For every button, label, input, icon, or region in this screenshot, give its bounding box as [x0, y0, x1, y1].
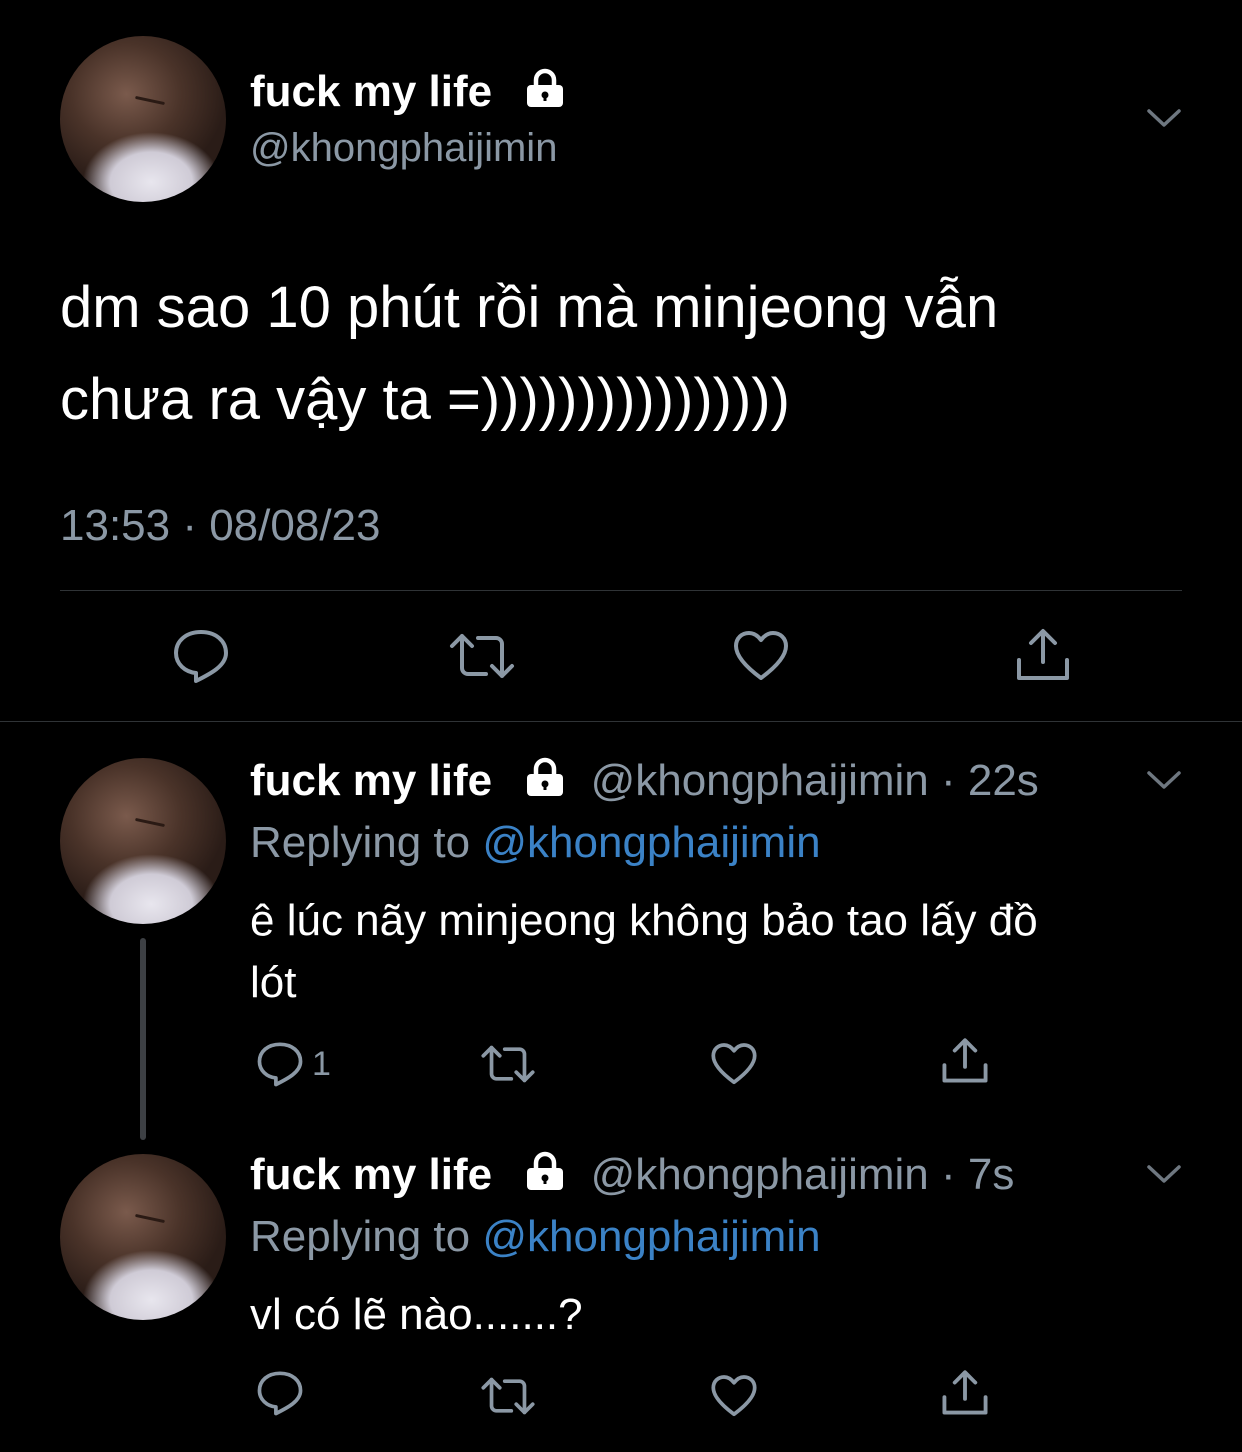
reply-header: fuck my life @khongphaijimin · 7s	[250, 1148, 1014, 1204]
replying-to: Replying to @khongphaijimin	[250, 1210, 821, 1264]
display-name[interactable]: fuck my life	[250, 66, 566, 120]
like-icon[interactable]	[710, 1042, 758, 1086]
retweet-icon[interactable]	[480, 1376, 536, 1416]
lock-icon	[524, 68, 566, 120]
replying-to-label: Replying to	[250, 1212, 471, 1261]
tweet-text-line: dm sao 10 phút rồi mà minjeong vẫn	[60, 275, 999, 340]
tweet-text-line: lót	[250, 958, 297, 1007]
lock-icon	[524, 1150, 566, 1204]
lock-icon	[524, 756, 566, 810]
retweet-icon[interactable]	[448, 632, 516, 680]
thread-line	[140, 938, 146, 1140]
chevron-down-icon[interactable]	[1146, 1162, 1182, 1186]
reply-icon[interactable]	[172, 628, 230, 684]
tweet-text-line: vl có lẽ nào.......?	[250, 1290, 583, 1339]
reply-action[interactable]: 1	[256, 1040, 331, 1088]
avatar[interactable]	[60, 1154, 226, 1320]
share-icon[interactable]	[940, 1036, 990, 1084]
retweet-icon[interactable]	[480, 1044, 536, 1084]
tweet-text: dm sao 10 phút rồi mà minjeong vẫn chưa …	[60, 262, 998, 446]
handle[interactable]: @khongphaijimin	[591, 1150, 929, 1199]
display-name[interactable]: fuck my life	[250, 1150, 492, 1199]
reply-count: 1	[312, 1044, 331, 1083]
handle[interactable]: @khongphaijimin	[250, 124, 557, 172]
tweet-text-line: ê lúc nãy minjeong không bảo tao lấy đồ	[250, 896, 1038, 945]
reply-header: fuck my life @khongphaijimin · 22s	[250, 754, 1039, 810]
avatar[interactable]	[60, 758, 226, 924]
share-icon[interactable]	[1014, 626, 1072, 682]
avatar[interactable]	[60, 36, 226, 202]
tweet-text: vl có lẽ nào.......?	[250, 1284, 583, 1346]
replying-to-link[interactable]: @khongphaijimin	[482, 1212, 820, 1261]
chevron-down-icon[interactable]	[1146, 106, 1182, 130]
divider	[0, 721, 1242, 722]
share-icon[interactable]	[940, 1368, 990, 1416]
replying-to-label: Replying to	[250, 818, 471, 867]
reply-icon[interactable]	[256, 1370, 304, 1416]
tweet-text-line: chưa ra vậy ta =))))))))))))))))	[60, 367, 790, 432]
like-icon[interactable]	[732, 630, 790, 682]
tweet-text: ê lúc nãy minjeong không bảo tao lấy đồ …	[250, 890, 1038, 1014]
relative-time: · 22s	[940, 756, 1039, 805]
replying-to-link[interactable]: @khongphaijimin	[482, 818, 820, 867]
divider	[60, 590, 1182, 591]
timestamp[interactable]: 13:53 · 08/08/23	[60, 500, 380, 552]
display-name[interactable]: fuck my life	[250, 756, 492, 805]
replying-to: Replying to @khongphaijimin	[250, 816, 821, 870]
reply-icon[interactable]	[256, 1041, 304, 1087]
relative-time: · 7s	[940, 1150, 1015, 1199]
chevron-down-icon[interactable]	[1146, 768, 1182, 792]
display-name-text: fuck my life	[250, 67, 493, 116]
like-icon[interactable]	[710, 1374, 758, 1418]
handle[interactable]: @khongphaijimin	[591, 756, 929, 805]
